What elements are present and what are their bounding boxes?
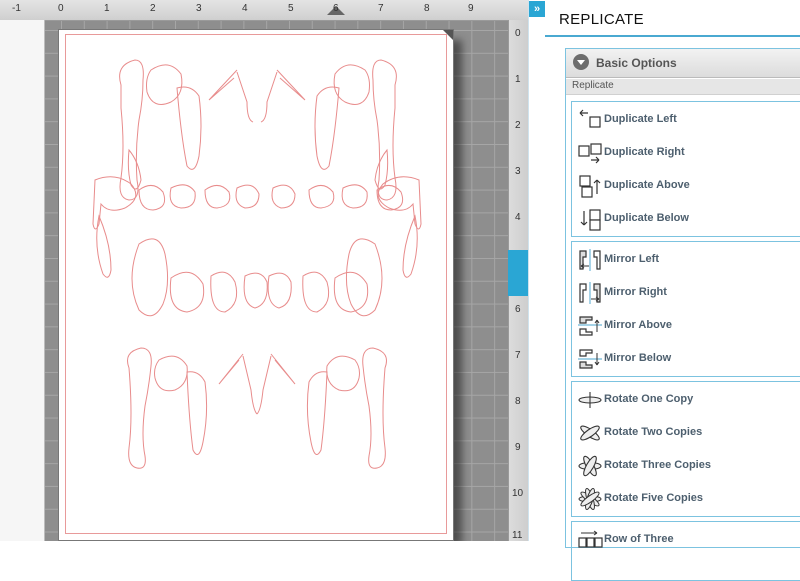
ruler-right-label: 7 (515, 350, 521, 361)
ruler-right-label: 4 (515, 212, 521, 223)
rotate-group: Rotate One Copy Rotate Two Copies Rotate… (571, 381, 800, 517)
ruler-top-label: 1 (104, 3, 110, 14)
replicated-lettering-artwork[interactable] (59, 30, 455, 541)
mirror-below-label: Mirror Below (604, 352, 672, 364)
duplicate-right-label: Duplicate Right (604, 146, 685, 158)
panel-title: REPLICATE (559, 11, 644, 28)
mirror-right-button[interactable]: Mirror Right (572, 277, 800, 309)
duplicate-left-icon (579, 109, 601, 128)
ruler-top-label: 9 (468, 3, 474, 14)
ruler-top: -1 0 1 2 3 4 5 6 7 8 9 (0, 0, 528, 21)
artwork-peace-row[interactable] (92, 176, 422, 278)
mirror-above-label: Mirror Above (604, 319, 673, 331)
artwork-flourish-top-mirror (260, 69, 306, 123)
artwork-joy-bottom-right[interactable] (306, 347, 387, 469)
artwork-flourish-bottom-mirror (256, 353, 296, 415)
rotate-two-copies-label: Rotate Two Copies (604, 426, 703, 438)
rotate-two-icon (580, 425, 600, 441)
ruler-top-label: -1 (12, 3, 21, 14)
mirror-below-button[interactable]: Mirror Below (572, 343, 800, 375)
replicate-panel: REPLICATE Basic Options Replicate Duplic… (545, 0, 800, 581)
basic-options-header[interactable]: Basic Options (566, 49, 800, 78)
artwork-joy-top-right[interactable] (314, 59, 397, 201)
duplicate-group: Duplicate Left Duplicate Right Duplicate… (571, 101, 800, 237)
row-of-three-label: Row of Three (604, 533, 674, 545)
ruler-top-label: 0 (58, 3, 64, 14)
duplicate-above-label: Duplicate Above (604, 179, 690, 191)
ruler-right-label: 6 (515, 304, 521, 315)
duplicate-below-button[interactable]: Duplicate Below (572, 203, 800, 235)
rotate-five-copies-button[interactable]: Rotate Five Copies (572, 483, 800, 515)
rotate-one-copy-label: Rotate One Copy (604, 393, 694, 405)
rotate-five-copies-label: Rotate Five Copies (604, 492, 704, 504)
duplicate-above-button[interactable]: Duplicate Above (572, 170, 800, 202)
mirror-above-button[interactable]: Mirror Above (572, 310, 800, 342)
ruler-top-label: 7 (378, 3, 384, 14)
duplicate-right-button[interactable]: Duplicate Right (572, 137, 800, 169)
ruler-top-label: 4 (242, 3, 248, 14)
ruler-right-label: 3 (515, 166, 521, 177)
rotate-three-icon (578, 455, 602, 477)
replicate-subheader-label: Replicate (572, 80, 614, 91)
ruler-right-label: 10 (512, 488, 524, 499)
row-of-three-button[interactable]: Row of Three (572, 524, 800, 556)
mirror-group: Mirror Left Mirror Right Mirror Above Mi… (571, 241, 800, 377)
rotate-five-icon (578, 487, 602, 511)
design-page[interactable] (58, 29, 454, 541)
ruler-top-label: 3 (196, 3, 202, 14)
mirror-above-icon (578, 316, 602, 336)
basic-options-label: Basic Options (596, 56, 677, 70)
collapse-panel-button[interactable]: » (529, 1, 545, 17)
artwork-love-row[interactable] (131, 238, 383, 317)
duplicate-left-label: Duplicate Left (604, 113, 677, 125)
mirror-left-label: Mirror Left (604, 253, 659, 265)
ruler-top-label: 6 (333, 3, 339, 14)
ruler-right-label: 0 (515, 28, 521, 39)
panel-title-divider (545, 35, 800, 37)
mirror-below-icon (578, 349, 602, 369)
artwork-flourish-bottom (218, 353, 258, 415)
ruler-top-label: 5 (288, 3, 294, 14)
ruler-right-label: 9 (515, 442, 521, 453)
rotate-one-icon (578, 392, 602, 408)
rotate-two-copies-button[interactable]: Rotate Two Copies (572, 417, 800, 449)
duplicate-right-icon (578, 143, 602, 164)
duplicate-left-button[interactable]: Duplicate Left (572, 104, 800, 136)
basic-options-section: Basic Options Replicate Duplicate Left D… (565, 48, 800, 581)
artwork-flourish-top (208, 69, 254, 123)
duplicate-below-icon (580, 209, 601, 231)
artwork-joy-top-left[interactable] (119, 59, 202, 201)
rotate-three-copies-label: Rotate Three Copies (604, 459, 711, 471)
rotate-one-copy-button[interactable]: Rotate One Copy (572, 384, 800, 416)
panel-collapse-strip: » (528, 0, 545, 541)
duplicate-below-label: Duplicate Below (604, 212, 689, 224)
mirror-left-button[interactable]: Mirror Left (572, 244, 800, 276)
mirror-right-label: Mirror Right (604, 286, 667, 298)
mirror-left-icon (579, 249, 601, 271)
duplicate-above-icon (579, 175, 601, 198)
ruler-left (0, 20, 45, 541)
replicate-subheader: Replicate (566, 79, 800, 95)
artwork-joy-bottom-left[interactable] (127, 347, 208, 469)
ruler-right-label: 1 (515, 74, 521, 85)
ruler-right-label: 2 (515, 120, 521, 131)
rotate-three-copies-button[interactable]: Rotate Three Copies (572, 450, 800, 482)
ruler-top-label: 2 (150, 3, 156, 14)
ruler-right-label: 8 (515, 396, 521, 407)
chevron-down-icon[interactable] (573, 54, 589, 70)
row-group: Row of Three (571, 521, 800, 581)
mirror-right-icon (579, 282, 601, 304)
row-of-three-icon (578, 530, 603, 548)
design-canvas[interactable]: -1 0 1 2 3 4 5 6 7 8 9 0 1 2 3 4 5 6 7 8… (0, 0, 528, 541)
ruler-top-label: 8 (424, 3, 430, 14)
ruler-right-label: 11 (512, 530, 523, 541)
ruler-selection-highlight (508, 250, 528, 296)
